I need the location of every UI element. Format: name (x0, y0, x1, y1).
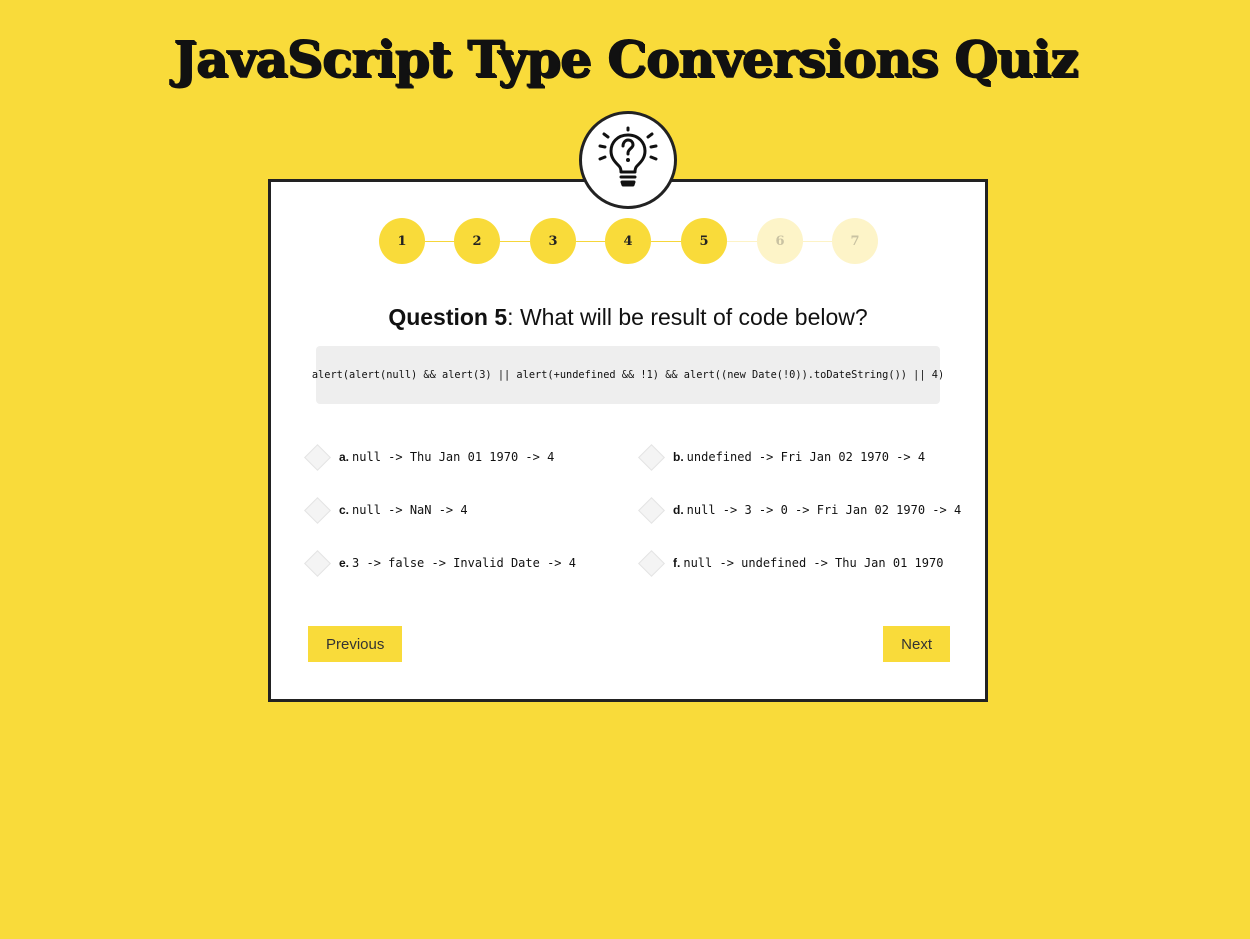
next-button[interactable]: Next (883, 626, 950, 662)
option-text: null -> Thu Jan 01 1970 -> 4 (352, 450, 555, 464)
radio-button[interactable] (638, 549, 665, 577)
lightbulb-question-icon (595, 125, 661, 195)
progress-step-1[interactable]: 1 (379, 218, 425, 264)
option-text: 3 -> false -> Invalid Date -> 4 (352, 556, 576, 570)
step-connector (803, 241, 833, 242)
answer-option-d[interactable]: d. null -> 3 -> 0 -> Fri Jan 02 1970 -> … (638, 495, 961, 525)
question-heading: Question 5: What will be result of code … (271, 300, 985, 334)
option-letter: b. (673, 450, 684, 464)
quiz-card: 1 2 3 4 5 6 7 Question 5: What will be r… (268, 179, 988, 702)
radio-button[interactable] (304, 496, 331, 524)
option-letter: e. (339, 556, 350, 570)
radio-button[interactable] (638, 443, 665, 471)
progress-step-2[interactable]: 2 (454, 218, 500, 264)
progress-step-3[interactable]: 3 (530, 218, 576, 264)
radio-button[interactable] (304, 549, 331, 577)
step-connector (576, 241, 606, 242)
step-connector (425, 241, 455, 242)
radio-button[interactable] (638, 496, 665, 524)
answer-option-e[interactable]: e. 3 -> false -> Invalid Date -> 4 (304, 548, 576, 578)
option-text: null -> NaN -> 4 (352, 503, 468, 517)
progress-step-4[interactable]: 4 (605, 218, 651, 264)
progress-step-6[interactable]: 6 (757, 218, 803, 264)
progress-step-7[interactable]: 7 (832, 218, 878, 264)
previous-button[interactable]: Previous (308, 626, 403, 662)
code-snippet: alert(alert(null) && alert(3) || alert(+… (312, 346, 944, 404)
answer-option-a[interactable]: a. null -> Thu Jan 01 1970 -> 4 (304, 442, 554, 472)
answer-option-c[interactable]: c. null -> NaN -> 4 (304, 495, 468, 525)
option-letter: c. (339, 503, 350, 517)
option-text: null -> undefined -> Thu Jan 01 1970 (683, 556, 944, 570)
option-letter: f. (673, 556, 681, 570)
option-text: null -> 3 -> 0 -> Fri Jan 02 1970 -> 4 (686, 503, 962, 517)
page-title: JavaScript Type Conversions Quiz (172, 29, 1078, 88)
answer-option-f[interactable]: f. null -> undefined -> Thu Jan 01 1970 (638, 548, 943, 578)
radio-button[interactable] (304, 443, 331, 471)
step-connector (500, 241, 530, 242)
question-number: Question 5 (388, 304, 508, 330)
option-letter: a. (339, 450, 350, 464)
progress-step-5[interactable]: 5 (681, 218, 727, 264)
answer-option-b[interactable]: b. undefined -> Fri Jan 02 1970 -> 4 (638, 442, 925, 472)
option-text: undefined -> Fri Jan 02 1970 -> 4 (686, 450, 926, 464)
lightbulb-badge (579, 111, 677, 209)
step-connector (727, 241, 757, 242)
question-text: : What will be result of code below? (507, 304, 868, 330)
step-connector (651, 241, 681, 242)
progress-steps: 1 2 3 4 5 6 7 (379, 218, 879, 266)
option-letter: d. (673, 503, 684, 517)
